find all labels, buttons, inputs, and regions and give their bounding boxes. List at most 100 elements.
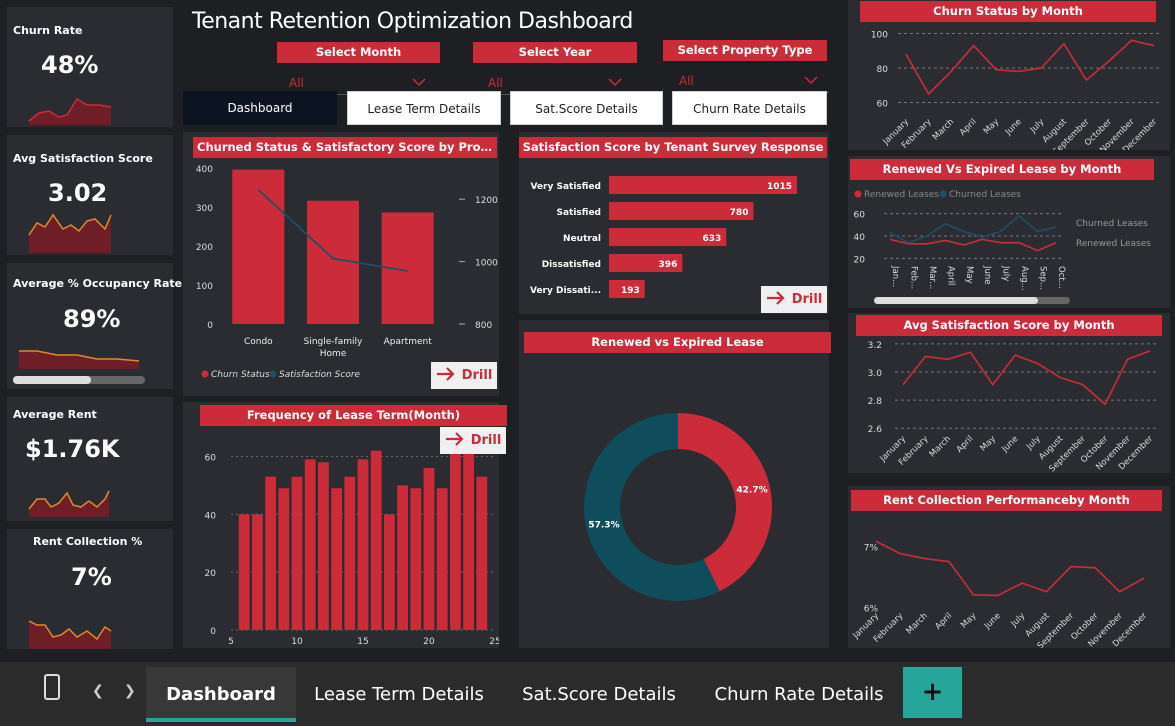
nav-churn-button[interactable]: Churn Rate Details: [672, 91, 827, 125]
nav-dashboard-button[interactable]: Dashboard: [183, 91, 337, 125]
arrow-right-icon: [445, 431, 465, 450]
y-tick-label: 40: [854, 233, 866, 243]
chevron-right-icon[interactable]: ❯: [124, 683, 136, 699]
x-tick-label: Feb...: [908, 266, 918, 289]
lease-term-bar: [383, 514, 395, 630]
lease-term-bar: [476, 476, 488, 630]
y2-tick-label: 1000: [475, 259, 498, 269]
tab-lease-term[interactable]: Lease Term Details: [300, 667, 498, 722]
tab-sat-score[interactable]: Sat.Score Details: [500, 667, 698, 722]
tab-churn-rate[interactable]: Churn Rate Details: [700, 667, 898, 722]
x-tick-label: March: [904, 611, 929, 636]
drill-label: Drill: [791, 292, 823, 307]
add-page-button[interactable]: +: [903, 667, 962, 718]
filter-year-label: Select Year: [473, 42, 637, 63]
x-tick-label: March: [928, 434, 953, 459]
x-tick-label: 25: [489, 637, 499, 647]
legend-marker: [201, 370, 209, 378]
y-tick-label: 100: [196, 282, 213, 292]
lease-term-bar: [265, 476, 277, 630]
kpi-title: Average % Occupancy Rate: [13, 277, 183, 290]
sparkline-scrollbar[interactable]: [13, 376, 145, 384]
mobile-layout-icon[interactable]: [44, 674, 60, 700]
lease-term-bar: [423, 468, 435, 630]
chevron-down-icon: [412, 78, 426, 87]
y2-tick-label: 800: [475, 321, 492, 331]
lease-term-bar: [463, 444, 475, 630]
legend-marker: [939, 190, 947, 198]
line-series: [902, 350, 1151, 406]
legend-marker: [854, 190, 862, 198]
y-tick-label: 200: [196, 243, 213, 253]
y-tick-label: 0: [210, 627, 216, 637]
data-label: 193: [621, 286, 640, 296]
drill-label: Drill: [461, 368, 493, 383]
y-tick-label: 100: [871, 30, 888, 40]
x-tick-label: 5: [228, 637, 234, 647]
data-label: 57.3%: [588, 520, 619, 530]
line-series: [889, 214, 1057, 244]
lease-term-bar: [344, 476, 356, 630]
drill-button[interactable]: Drill: [761, 286, 827, 313]
tab-dashboard[interactable]: Dashboard: [146, 667, 296, 722]
arrow-right-icon: [436, 366, 456, 385]
renewed-expired-card: Renewed vs Expired Lease 42.7% 57.3%: [519, 320, 831, 648]
y2-tick-label: 1200: [475, 196, 498, 206]
kpi-value: $1.76K: [25, 435, 120, 463]
chevron-down-icon: [804, 76, 818, 85]
x-tick-label: May: [964, 266, 974, 284]
x-tick-label: Oct...: [1056, 266, 1066, 289]
kpi-card-collection: Rent Collection % 7%: [7, 529, 173, 649]
x-tick-label: Home: [320, 349, 347, 359]
drill-button[interactable]: Drill: [440, 427, 506, 454]
nav-sat-button[interactable]: Sat.Score Details: [510, 91, 663, 125]
x-tick-label: June: [1003, 117, 1024, 138]
chevron-down-icon: [608, 78, 622, 87]
chevron-left-icon[interactable]: ❮: [92, 683, 104, 699]
line-series: [875, 540, 1145, 597]
y-tick-label: 3.2: [868, 341, 882, 351]
lease-term-bar: [238, 514, 250, 630]
legend-marker: [269, 370, 277, 378]
kpi-title: Avg Satisfaction Score: [13, 152, 153, 165]
x-tick-label: April: [955, 434, 976, 455]
lease-term-bar: [410, 488, 422, 630]
kpi-card-satisfaction: Avg Satisfaction Score 3.02: [7, 135, 173, 255]
y-tick-label: 0: [207, 321, 213, 331]
y-tick-label: 2.6: [868, 425, 883, 435]
series-end-label: Renewed Leases: [1076, 239, 1151, 249]
kpi-card-churn: Churn Rate 48%: [7, 7, 173, 127]
filter-month-value: All: [289, 76, 304, 90]
chart-title: Churned Status & Satisfactory Score by P…: [193, 137, 497, 158]
y-tick-label: 20: [854, 255, 866, 265]
x-tick-label: Condo: [244, 337, 273, 347]
x-tick-label: Jan...: [890, 265, 900, 287]
sparkline: [28, 213, 112, 253]
lease-term-bar: [370, 450, 382, 630]
page-taskbar: ❮ ❯ Dashboard Lease Term Details Sat.Sco…: [0, 662, 1175, 726]
line-series: [905, 39, 1155, 96]
page-title: Tenant Retention Optimization Dashboard: [192, 9, 633, 34]
data-label: 633: [702, 234, 721, 244]
drill-button[interactable]: Drill: [431, 362, 497, 389]
y-tick-label: 20: [205, 569, 217, 579]
x-tick-label: June: [1000, 434, 1021, 455]
kpi-value: 7%: [71, 563, 112, 591]
chart-title: Satisfaction Score by Tenant Survey Resp…: [519, 137, 827, 158]
x-tick-label: Apartment: [384, 337, 433, 347]
x-tick-label: July: [1024, 434, 1043, 453]
legend-label: Churn Status: [211, 370, 270, 380]
renewed-expired-month-card: Renewed Vs Expired Lease by Month Renewe…: [848, 156, 1170, 308]
kpi-card-occupancy: Average % Occupancy Rate 89%: [7, 263, 182, 389]
data-label: 1015: [767, 182, 792, 192]
kpi-value: 89%: [63, 305, 121, 333]
nav-lease-button[interactable]: Lease Term Details: [347, 91, 501, 125]
kpi-value: 3.02: [48, 179, 108, 207]
lease-term-bar: [251, 514, 263, 630]
category-label: Very Dissati...: [530, 286, 601, 296]
lease-term-bar: [291, 476, 303, 630]
rent-collection-card: Rent Collection Performanceby Month 6% 7%…: [848, 486, 1170, 648]
x-tick-label: June: [982, 265, 992, 285]
x-tick-label: May: [978, 434, 998, 454]
filter-property-label: Select Property Type: [663, 40, 827, 61]
